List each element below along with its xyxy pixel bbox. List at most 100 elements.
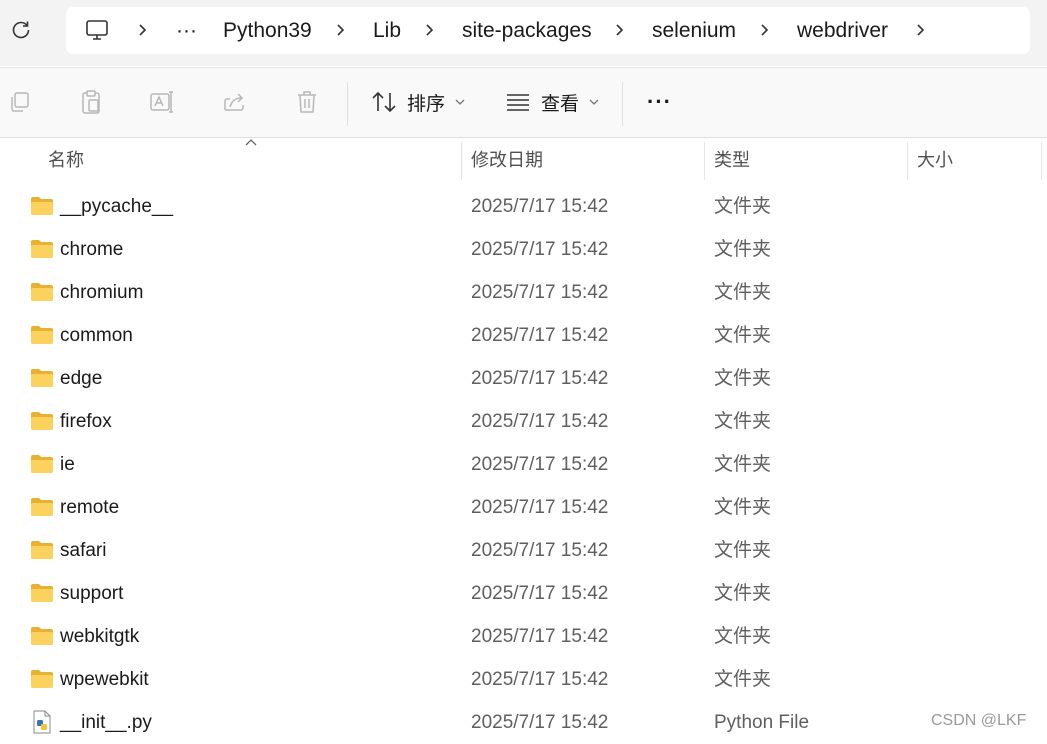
copy-button[interactable] bbox=[4, 86, 36, 118]
file-name: __pycache__ bbox=[60, 196, 174, 217]
column-divider[interactable] bbox=[1041, 142, 1042, 180]
breadcrumb-more[interactable]: ··· bbox=[176, 7, 197, 54]
list-item[interactable]: support 2025/7/17 15:42 文件夹 bbox=[0, 572, 1047, 615]
sort-label: 排序 bbox=[407, 93, 446, 115]
list-item[interactable]: webkitgtk 2025/7/17 15:42 文件夹 bbox=[0, 615, 1047, 658]
list-item[interactable]: common 2025/7/17 15:42 文件夹 bbox=[0, 314, 1047, 357]
file-type: 文件夹 bbox=[714, 497, 772, 518]
breadcrumb-webdriver[interactable]: webdriver bbox=[797, 7, 888, 54]
breadcrumb-python39[interactable]: Python39 bbox=[223, 7, 312, 54]
chevron-right-icon[interactable] bbox=[758, 23, 772, 37]
folder-icon bbox=[31, 627, 53, 645]
share-button[interactable] bbox=[219, 86, 251, 118]
file-date: 2025/7/17 15:42 bbox=[471, 626, 609, 647]
refresh-icon bbox=[12, 21, 30, 39]
file-name: edge bbox=[60, 368, 103, 389]
file-date: 2025/7/17 15:42 bbox=[471, 583, 609, 604]
chevron-right-icon[interactable] bbox=[914, 23, 928, 37]
file-name: common bbox=[60, 325, 133, 346]
file-type: Python File bbox=[714, 712, 810, 733]
folder-icon bbox=[31, 369, 53, 387]
address-bar[interactable]: ··· Python39 Lib site-packages selenium … bbox=[66, 7, 1030, 54]
command-bar: 排序 查看 ··· bbox=[0, 67, 1047, 138]
file-date: 2025/7/17 15:42 bbox=[471, 411, 609, 432]
rename-icon bbox=[150, 91, 173, 113]
delete-button[interactable] bbox=[291, 86, 323, 118]
copy-icon bbox=[11, 92, 29, 112]
column-type[interactable]: 类型 bbox=[714, 138, 750, 180]
sort-button[interactable]: 排序 bbox=[371, 84, 465, 120]
share-icon bbox=[224, 93, 244, 111]
file-date: 2025/7/17 15:42 bbox=[471, 712, 609, 733]
file-name: chrome bbox=[60, 239, 124, 260]
list-item[interactable]: edge 2025/7/17 15:42 文件夹 bbox=[0, 357, 1047, 400]
chevron-down-icon bbox=[589, 99, 599, 105]
column-divider[interactable] bbox=[704, 142, 705, 180]
folder-icon bbox=[31, 670, 53, 688]
file-name: __init__.py bbox=[60, 712, 152, 733]
column-divider[interactable] bbox=[907, 142, 908, 180]
list-item[interactable]: __pycache__ 2025/7/17 15:42 文件夹 bbox=[0, 185, 1047, 228]
paste-button[interactable] bbox=[75, 86, 107, 118]
chevron-right-icon[interactable] bbox=[423, 23, 437, 37]
breadcrumb-site-packages[interactable]: site-packages bbox=[462, 7, 592, 54]
column-size[interactable]: 大小 bbox=[917, 138, 953, 180]
folder-icon bbox=[31, 455, 53, 473]
column-name[interactable]: 名称 bbox=[48, 138, 84, 180]
folder-icon bbox=[31, 197, 53, 215]
file-type: 文件夹 bbox=[714, 325, 772, 346]
file-name: remote bbox=[60, 497, 120, 518]
toolbar-divider bbox=[622, 82, 623, 126]
folder-icon bbox=[31, 498, 53, 516]
file-date: 2025/7/17 15:42 bbox=[471, 540, 609, 561]
file-date: 2025/7/17 15:42 bbox=[471, 454, 609, 475]
file-type: 文件夹 bbox=[714, 454, 772, 475]
list-item[interactable]: chromium 2025/7/17 15:42 文件夹 bbox=[0, 271, 1047, 314]
breadcrumb-selenium[interactable]: selenium bbox=[652, 7, 736, 54]
chevron-right-icon[interactable] bbox=[136, 23, 150, 37]
list-item[interactable]: __init__.py 2025/7/17 15:42 Python File bbox=[0, 701, 1047, 744]
folder-icon bbox=[31, 412, 53, 430]
watermark: CSDN @LKF bbox=[931, 712, 1027, 729]
file-name: support bbox=[60, 583, 124, 604]
breadcrumb-lib[interactable]: Lib bbox=[373, 7, 401, 54]
sort-icon bbox=[372, 91, 396, 113]
this-pc-icon[interactable] bbox=[85, 19, 109, 41]
toolbar-divider bbox=[347, 82, 348, 126]
python-file-icon bbox=[33, 710, 51, 734]
file-date: 2025/7/17 15:42 bbox=[471, 368, 609, 389]
rename-button[interactable] bbox=[146, 86, 178, 118]
file-name: firefox bbox=[60, 411, 112, 432]
paste-icon bbox=[82, 90, 100, 114]
list-item[interactable]: remote 2025/7/17 15:42 文件夹 bbox=[0, 486, 1047, 529]
file-type: 文件夹 bbox=[714, 411, 772, 432]
list-item[interactable]: firefox 2025/7/17 15:42 文件夹 bbox=[0, 400, 1047, 443]
file-type: 文件夹 bbox=[714, 282, 772, 303]
column-divider[interactable] bbox=[461, 142, 462, 180]
chevron-down-icon bbox=[455, 99, 465, 105]
chevron-right-icon[interactable] bbox=[613, 23, 627, 37]
file-name: safari bbox=[60, 540, 107, 561]
file-name: webkitgtk bbox=[60, 626, 140, 647]
more-options-button[interactable]: ··· bbox=[647, 84, 672, 120]
file-type: 文件夹 bbox=[714, 669, 772, 690]
file-date: 2025/7/17 15:42 bbox=[471, 669, 609, 690]
file-date: 2025/7/17 15:42 bbox=[471, 497, 609, 518]
view-button[interactable]: 查看 bbox=[505, 84, 599, 120]
folder-icon bbox=[31, 240, 53, 258]
column-date-modified[interactable]: 修改日期 bbox=[471, 138, 543, 180]
list-item[interactable]: safari 2025/7/17 15:42 文件夹 bbox=[0, 529, 1047, 572]
file-name: ie bbox=[60, 454, 75, 475]
file-type: 文件夹 bbox=[714, 626, 772, 647]
refresh-button[interactable] bbox=[4, 10, 38, 50]
list-item[interactable]: ie 2025/7/17 15:42 文件夹 bbox=[0, 443, 1047, 486]
file-type: 文件夹 bbox=[714, 583, 772, 604]
chevron-right-icon[interactable] bbox=[334, 23, 348, 37]
folder-icon bbox=[31, 283, 53, 301]
list-item[interactable]: wpewebkit 2025/7/17 15:42 文件夹 bbox=[0, 658, 1047, 701]
file-type: 文件夹 bbox=[714, 368, 772, 389]
file-date: 2025/7/17 15:42 bbox=[471, 196, 609, 217]
trash-icon bbox=[298, 91, 316, 113]
list-item[interactable]: chrome 2025/7/17 15:42 文件夹 bbox=[0, 228, 1047, 271]
file-type: 文件夹 bbox=[714, 196, 772, 217]
